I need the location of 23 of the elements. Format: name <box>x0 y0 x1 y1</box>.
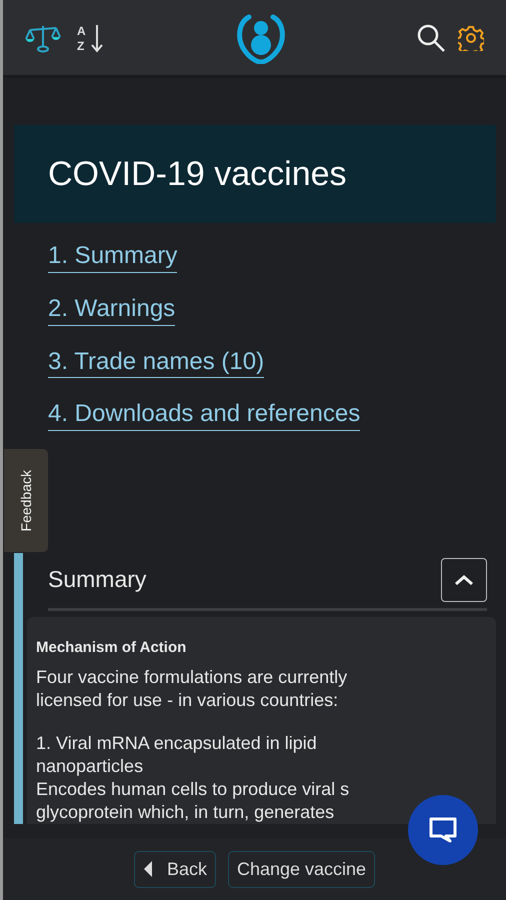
change-button[interactable]: Change vaccine <box>228 850 376 888</box>
body-text: Encodes human cells to produce viral s <box>36 778 350 802</box>
page-title: COVID-19 vaccines <box>48 154 347 194</box>
section-link[interactable]: 3. Trade names (10) <box>48 348 264 378</box>
body-text: Four vaccine formulations are currently <box>36 666 348 690</box>
section-title: Summary <box>48 566 146 594</box>
body-text: glycoprotein which, in turn, generates <box>36 801 336 824</box>
section-link[interactable]: 2. Warnings <box>48 294 176 326</box>
back-arrow-icon <box>142 860 153 878</box>
chevron-up-icon <box>454 574 474 586</box>
body-text: 1. Viral mRNA encapsulated in lipid <box>36 732 318 756</box>
chat-icon <box>428 816 458 844</box>
search-icon[interactable] <box>416 22 446 52</box>
section-link[interactable]: 4. Downloads and references <box>48 400 360 432</box>
feedback-tab[interactable]: Feedback <box>4 449 48 552</box>
body-text: nanoparticles <box>36 755 144 778</box>
logo-icon[interactable] <box>236 12 284 64</box>
section-link[interactable]: 1. Summary <box>48 242 178 273</box>
collapse-button[interactable] <box>441 558 487 602</box>
body-text: licensed for use - in various countries: <box>36 689 340 712</box>
back-button[interactable]: Back <box>134 850 216 888</box>
settings-icon[interactable] <box>458 24 484 50</box>
card-heading: Mechanism of Action <box>36 639 188 658</box>
